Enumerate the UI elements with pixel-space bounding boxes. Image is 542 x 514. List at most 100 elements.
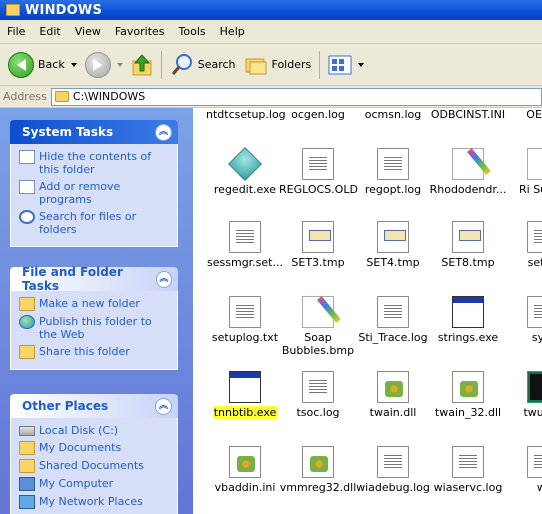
new-folder-icon	[19, 297, 35, 311]
menu-tools[interactable]: Tools	[172, 20, 213, 44]
system-tasks-header[interactable]: System Tasks ︽	[10, 120, 178, 144]
file-label: regopt.log	[364, 183, 422, 196]
other-places-body: Local Disk (C:) My Documents Shared Docu…	[10, 418, 178, 514]
paint-image-icon	[302, 296, 334, 328]
file-item[interactable]: Soap Bubbles.bmp	[278, 296, 358, 357]
file-item[interactable]: sessmgr.set...	[205, 221, 285, 269]
file-item[interactable]: SET3.tmp	[278, 221, 358, 269]
file-item[interactable]: regedit.exe	[205, 147, 285, 196]
back-button[interactable]: Back	[4, 49, 81, 81]
place-my-documents[interactable]: My Documents	[19, 441, 169, 455]
file-item[interactable]: vmmreg32.dll	[278, 446, 358, 494]
file-item[interactable]: setup	[503, 221, 542, 269]
file-item[interactable]: syst	[503, 296, 542, 344]
collapse-icon[interactable]: ︽	[155, 123, 172, 141]
up-button[interactable]	[127, 49, 157, 81]
other-places-header[interactable]: Other Places ︽	[10, 394, 178, 418]
search-button[interactable]: Search	[166, 49, 240, 81]
folders-button[interactable]: Folders	[240, 49, 316, 81]
chevron-down-icon[interactable]	[116, 62, 123, 67]
folder-icon	[19, 459, 35, 473]
system-tasks-title: System Tasks	[22, 125, 114, 139]
search-icon	[171, 53, 192, 75]
dll-gear-icon	[452, 371, 484, 403]
file-item[interactable]: wiaservc.log	[428, 446, 508, 494]
file-label: strings.exe	[437, 331, 499, 344]
place-local-disk[interactable]: Local Disk (C:)	[19, 424, 169, 437]
place-shared-documents[interactable]: Shared Documents	[19, 459, 169, 473]
file-list: ntdtcsetup.log ocgen.log ocmsn.log ODBCI…	[205, 108, 542, 514]
menu-file[interactable]: File	[0, 20, 32, 44]
file-item[interactable]: tsoc.log	[278, 371, 358, 419]
drive-icon	[19, 426, 35, 436]
views-button[interactable]	[324, 49, 368, 81]
back-label: Back	[38, 58, 65, 71]
collapse-icon[interactable]: ︽	[155, 397, 172, 415]
task-pane: System Tasks ︽ Hide the contents of this…	[0, 108, 193, 514]
file-item[interactable]: ntdtcsetup.log	[205, 108, 286, 121]
task-label: Add or remove programs	[39, 180, 121, 206]
menu-edit[interactable]: Edit	[32, 20, 67, 44]
task-hide-contents[interactable]: Hide the contents of this folder	[19, 150, 169, 176]
window-title: WINDOWS	[25, 2, 103, 18]
task-label: Search for files or folders	[39, 210, 137, 236]
file-item[interactable]: strings.exe	[428, 296, 508, 344]
application-window-icon	[452, 296, 484, 328]
file-item[interactable]: REGLOCS.OLD	[278, 148, 358, 196]
place-my-network[interactable]: My Network Places	[19, 495, 169, 509]
file-item[interactable]: OEWA	[503, 108, 542, 121]
search-icon	[19, 210, 35, 224]
file-folder-tasks-header[interactable]: File and Folder Tasks ︽	[10, 265, 178, 293]
file-item[interactable]: Ri Sumic	[503, 148, 542, 196]
task-share-folder[interactable]: Share this folder	[19, 345, 169, 359]
other-places-title: Other Places	[22, 399, 109, 413]
file-item[interactable]: twunk_	[503, 371, 542, 419]
file-item[interactable]: Rhododendr...	[428, 148, 508, 196]
chevron-down-icon[interactable]	[358, 62, 365, 67]
file-item[interactable]: ODBCINST.INI	[428, 108, 508, 121]
address-bar: Address C:\WINDOWS	[0, 86, 542, 108]
toolbar: Back Search Folders	[0, 44, 542, 86]
task-label: Publish this folder to the Web	[39, 315, 152, 341]
place-label: My Computer	[39, 477, 114, 490]
task-publish-web[interactable]: Publish this folder to the Web	[19, 315, 169, 341]
task-search-files[interactable]: Search for files or folders	[19, 210, 169, 236]
file-label: setuplog.txt	[211, 331, 279, 344]
title-bar: WINDOWS	[0, 0, 542, 20]
address-input[interactable]: C:\WINDOWS	[50, 87, 542, 106]
file-item[interactable]: SET8.tmp	[428, 221, 508, 269]
place-my-computer[interactable]: My Computer	[19, 477, 169, 491]
file-label: REGLOCS.OLD	[279, 183, 358, 196]
file-item[interactable]: Sti_Trace.log	[353, 296, 433, 344]
file-item[interactable]: wi	[503, 446, 542, 494]
chevron-down-icon[interactable]	[70, 62, 77, 67]
collapse-icon[interactable]: ︽	[155, 270, 172, 288]
place-label: My Network Places	[39, 495, 143, 508]
file-item[interactable]: twain_32.dll	[428, 371, 508, 419]
file-item[interactable]: regopt.log	[353, 148, 433, 196]
task-make-new-folder[interactable]: Make a new folder	[19, 297, 169, 311]
task-add-remove-programs[interactable]: Add or remove programs	[19, 180, 169, 206]
file-item[interactable]: setuplog.txt	[205, 296, 285, 344]
file-item[interactable]: ocmsn.log	[353, 108, 433, 121]
system-tasks-body: Hide the contents of this folder Add or …	[10, 144, 178, 247]
menu-favorites[interactable]: Favorites	[108, 20, 172, 44]
menu-view[interactable]: View	[68, 20, 108, 44]
file-item[interactable]: twain.dll	[353, 371, 433, 419]
file-item[interactable]: wiadebug.log	[353, 446, 433, 494]
menu-help[interactable]: Help	[213, 20, 252, 44]
folder-icon	[19, 441, 35, 455]
file-label: wiaservc.log	[433, 481, 503, 494]
file-item[interactable]: SET4.tmp	[353, 221, 433, 269]
toolbar-separator	[319, 50, 321, 79]
file-item[interactable]: tnnbtib.exe	[205, 371, 285, 419]
file-folder-tasks-panel: File and Folder Tasks ︽ Make a new folde…	[10, 265, 178, 370]
file-label: setup	[527, 256, 542, 269]
file-item[interactable]: vbaddin.ini	[205, 446, 285, 494]
document-icon	[527, 446, 542, 478]
file-label: Ri Sumic	[519, 183, 542, 196]
file-label: tsoc.log	[296, 406, 340, 419]
forward-button[interactable]	[81, 49, 127, 81]
document-icon	[302, 371, 334, 403]
file-item[interactable]: ocgen.log	[278, 108, 358, 121]
